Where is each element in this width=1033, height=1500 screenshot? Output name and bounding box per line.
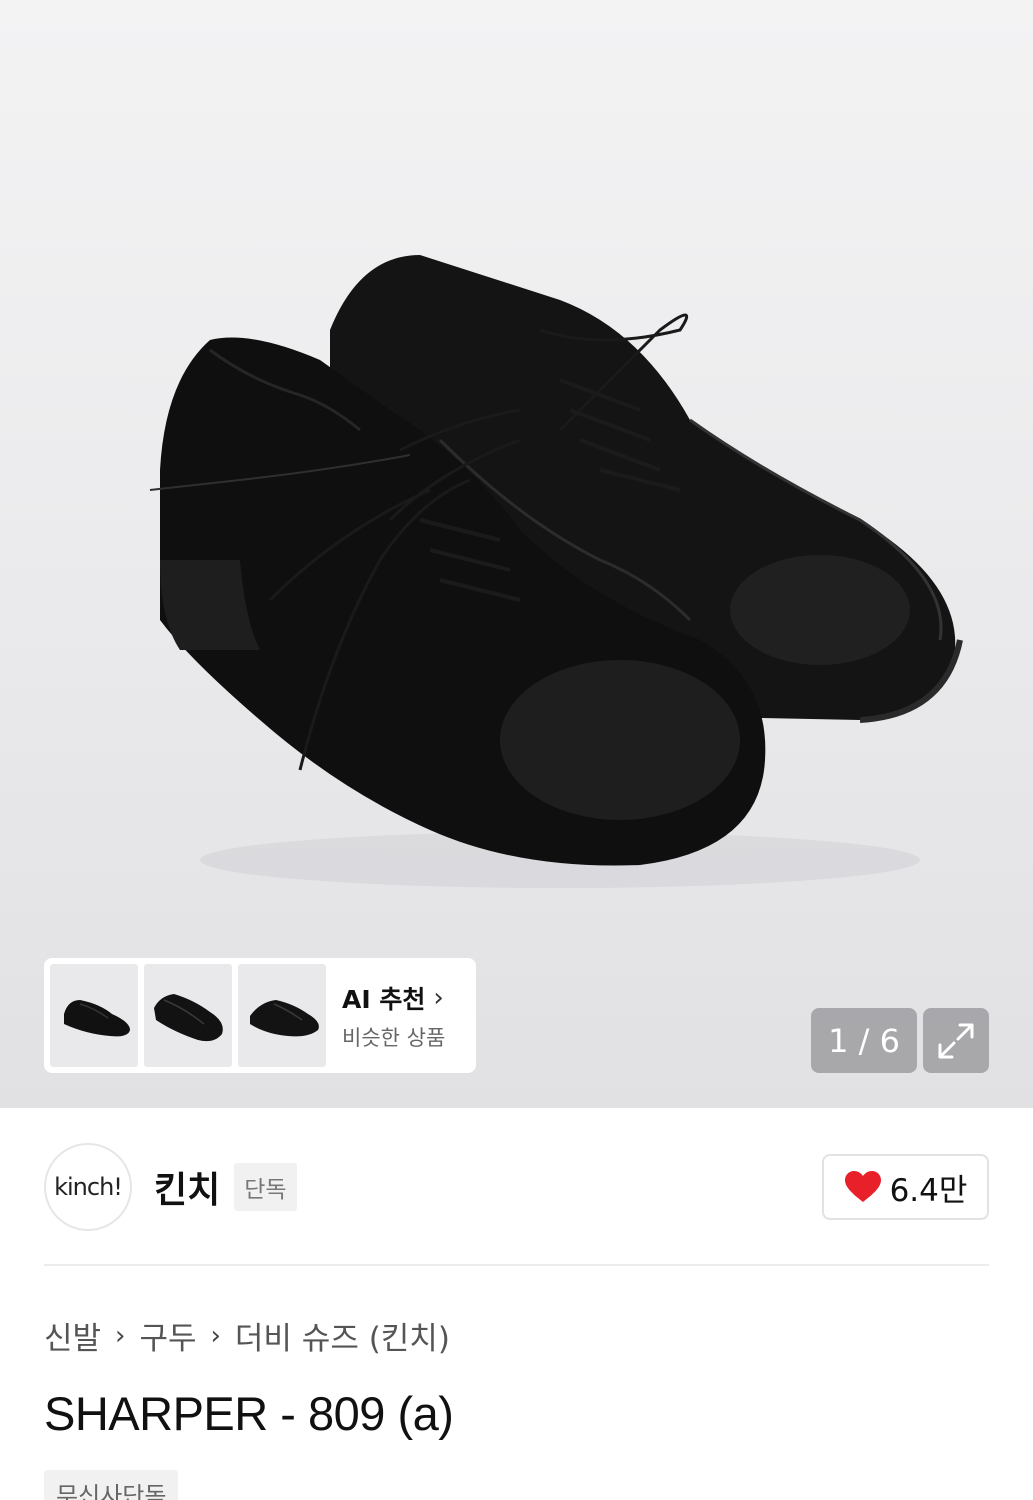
divider (44, 1264, 989, 1266)
ai-recommend-title: AI 추천 (342, 984, 426, 1014)
expand-icon (938, 1023, 974, 1058)
shoe-thumbnail-icon (154, 994, 223, 1042)
exclusive-badge: 단독 (234, 1163, 297, 1211)
product-image (149, 255, 963, 888)
product-tag: 무신사단독 (44, 1470, 179, 1500)
image-counter: 1 / 6 (811, 1008, 917, 1073)
shoe-thumbnail-icon (64, 1000, 130, 1037)
heart-icon (844, 1171, 881, 1202)
breadcrumb-item[interactable]: 신발 (44, 1313, 101, 1358)
expand-button[interactable] (923, 1008, 989, 1073)
brand-logo[interactable]: kinch! (44, 1143, 132, 1231)
ai-recommend-subtitle: 비슷한 상품 (342, 1025, 446, 1050)
breadcrumb: 신발 › 구두 › 더비 슈즈 (킨치) (44, 1313, 450, 1358)
breadcrumb-item[interactable]: 구두 (139, 1313, 196, 1358)
ai-recommend-link[interactable]: AI 추천 › 비슷한 상품 (342, 980, 445, 1052)
thumbnail-2[interactable] (144, 964, 232, 1067)
chevron-right-icon: › (210, 1320, 221, 1351)
like-count: 6.4만 (889, 1172, 968, 1209)
brand-row: kinch! 킨치 단독 6.4만 (44, 1142, 989, 1232)
thumbnail-1[interactable] (50, 964, 138, 1067)
product-title: SHARPER - 809 (a) (44, 1387, 454, 1440)
thumbnail-strip: AI 추천 › 비슷한 상품 (44, 958, 476, 1073)
breadcrumb-item[interactable]: 더비 슈즈 (킨치) (235, 1313, 450, 1358)
chevron-right-icon: › (115, 1320, 126, 1351)
product-image-gallery[interactable]: AI 추천 › 비슷한 상품 1 / 6 (0, 0, 1033, 1108)
chevron-right-icon: › (433, 982, 444, 1013)
brand-name[interactable]: 킨치 (154, 1161, 220, 1213)
shoe-thumbnail-icon (250, 1000, 319, 1037)
like-button[interactable]: 6.4만 (822, 1154, 989, 1220)
thumbnail-3[interactable] (238, 964, 326, 1067)
